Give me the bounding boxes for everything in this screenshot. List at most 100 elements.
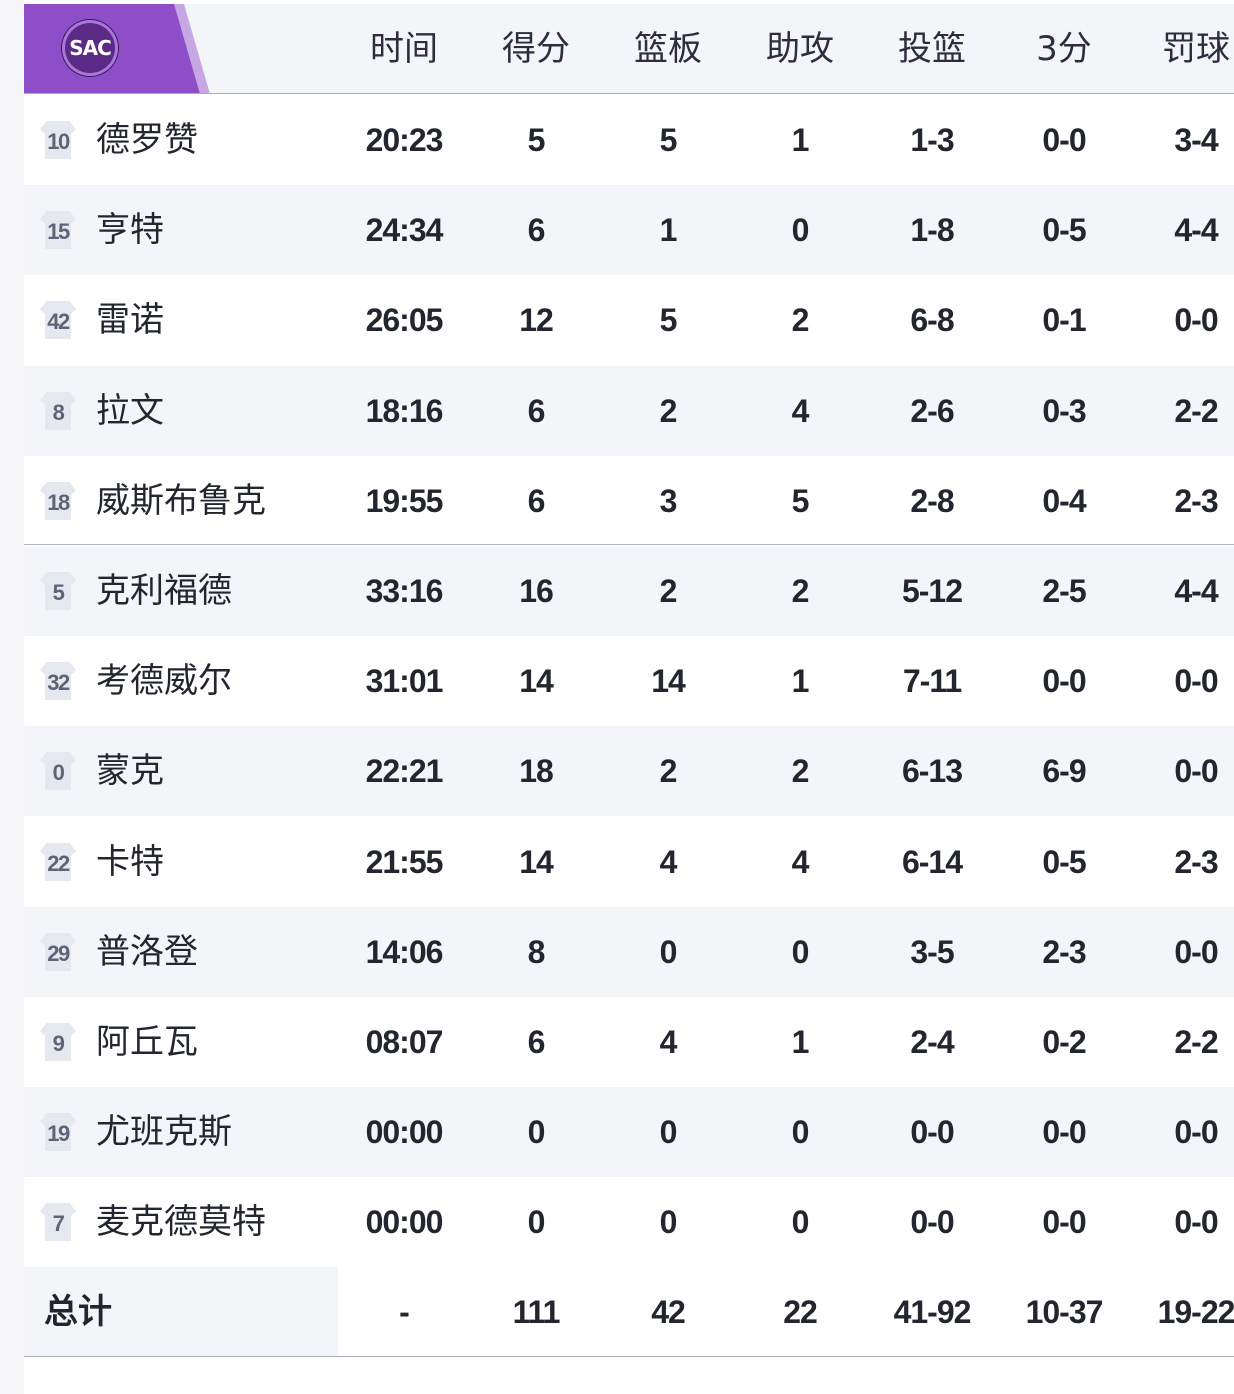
table-row[interactable]: 5 克利福德 33:16 16 2 2 5-12 2-5 4-4: [24, 546, 1234, 636]
stat-field-goals: 1-3: [910, 122, 954, 158]
player-name[interactable]: 拉文: [96, 366, 164, 456]
jersey-number: 18: [47, 489, 70, 515]
jersey-icon: 10: [40, 121, 76, 159]
total-field-goals: 41-92: [893, 1294, 972, 1330]
table-row[interactable]: 10 德罗赞 20:23 5 5 1 1-3 0-0 3-4: [24, 95, 1234, 185]
table-row[interactable]: 19 尤班克斯 00:00 0 0 0 0-0 0-0 0-0: [24, 1087, 1234, 1177]
stat-field-goals: 6-13: [901, 753, 963, 789]
jersey-icon: 5: [40, 572, 76, 610]
jersey-icon: 8: [40, 392, 76, 430]
column-header-rebounds: 篮板: [634, 29, 702, 69]
stat-free-throws: 4-4: [1174, 573, 1218, 609]
player-name[interactable]: 卡特: [96, 817, 164, 907]
stat-points: 8: [527, 934, 546, 970]
stat-free-throws: 2-3: [1174, 844, 1218, 880]
stat-assists: 0: [791, 1114, 810, 1150]
stat-field-goals: 6-14: [901, 844, 963, 880]
stat-assists: 4: [791, 393, 810, 429]
jersey-icon: 19: [40, 1113, 76, 1151]
stat-points: 6: [527, 212, 546, 248]
player-name[interactable]: 雷诺: [96, 275, 164, 365]
stat-rebounds: 14: [651, 663, 686, 699]
table-row[interactable]: 29 普洛登 14:06 8 0 0 3-5 2-3 0-0: [24, 907, 1234, 997]
stat-time: 18:16: [365, 393, 444, 429]
stat-time: 14:06: [365, 934, 444, 970]
column-header-field-goals: 投篮: [898, 29, 966, 69]
player-name[interactable]: 尤班克斯: [96, 1087, 232, 1177]
table-row[interactable]: 0 蒙克 22:21 18 2 2 6-13 6-9 0-0: [24, 726, 1234, 816]
stat-assists: 2: [791, 302, 810, 338]
stat-rebounds: 2: [659, 393, 678, 429]
stat-rebounds: 5: [659, 122, 678, 158]
jersey-icon: 29: [40, 933, 76, 971]
starters-bench-divider: [24, 544, 1234, 545]
column-header-time: 时间: [370, 29, 438, 69]
jersey-icon: 18: [40, 482, 76, 520]
stat-assists: 2: [791, 753, 810, 789]
totals-label-cell: 总计: [24, 1267, 338, 1357]
player-name[interactable]: 麦克德莫特: [96, 1177, 266, 1267]
jersey-icon: 42: [40, 301, 76, 339]
stat-assists: 1: [791, 122, 810, 158]
jersey-number: 8: [52, 399, 65, 425]
table-row[interactable]: 7 麦克德莫特 00:00 0 0 0 0-0 0-0 0-0: [24, 1177, 1234, 1267]
stat-three-pointers: 0-0: [1042, 1114, 1086, 1150]
stat-assists: 0: [791, 934, 810, 970]
column-headers: 时间 得分 篮板 助攻 投篮 3分 罚球: [338, 4, 1234, 94]
jersey-number: 0: [52, 759, 65, 785]
table-row[interactable]: 9 阿丘瓦 08:07 6 4 1 2-4 0-2 2-2: [24, 997, 1234, 1087]
total-three-pointers: 10-37: [1025, 1294, 1104, 1330]
stat-three-pointers: 2-3: [1042, 934, 1086, 970]
jersey-number: 19: [47, 1120, 70, 1146]
table-row[interactable]: 32 考德威尔 31:01 14 14 1 7-11 0-0 0-0: [24, 636, 1234, 726]
stat-free-throws: 3-4: [1174, 122, 1218, 158]
stat-three-pointers: 2-5: [1042, 573, 1086, 609]
stat-rebounds: 1: [659, 212, 678, 248]
stat-free-throws: 2-2: [1174, 1024, 1218, 1060]
stat-points: 0: [527, 1204, 546, 1240]
column-header-three-pointers: 3分: [1036, 29, 1092, 69]
team-logo-icon[interactable]: SAC: [62, 20, 118, 76]
stat-time: 20:23: [365, 122, 444, 158]
stat-field-goals: 1-8: [910, 212, 954, 248]
table-row[interactable]: 22 卡特 21:55 14 4 4 6-14 0-5 2-3: [24, 817, 1234, 907]
player-name[interactable]: 威斯布鲁克: [96, 456, 266, 546]
stat-free-throws: 0-0: [1174, 753, 1218, 789]
stat-field-goals: 0-0: [910, 1114, 954, 1150]
stat-assists: 0: [791, 212, 810, 248]
player-name[interactable]: 考德威尔: [96, 636, 232, 726]
table-header: SAC 时间 得分 篮板 助攻 投篮 3分 罚球: [24, 4, 1234, 94]
jersey-icon: 9: [40, 1023, 76, 1061]
table-row[interactable]: 15 亨特 24:34 6 1 0 1-8 0-5 4-4: [24, 185, 1234, 275]
stat-points: 5: [527, 122, 546, 158]
jersey-icon: 15: [40, 211, 76, 249]
stat-points: 18: [519, 753, 554, 789]
stat-three-pointers: 0-5: [1042, 212, 1086, 248]
stat-three-pointers: 0-0: [1042, 663, 1086, 699]
table-row[interactable]: 8 拉文 18:16 6 2 4 2-6 0-3 2-2: [24, 366, 1234, 456]
player-name[interactable]: 克利福德: [96, 546, 232, 636]
stat-assists: 5: [791, 483, 810, 519]
table-row[interactable]: 42 雷诺 26:05 12 5 2 6-8 0-1 0-0: [24, 275, 1234, 365]
player-name[interactable]: 普洛登: [96, 907, 198, 997]
jersey-number: 22: [47, 850, 70, 876]
table-row[interactable]: 18 威斯布鲁克 19:55 6 3 5 2-8 0-4 2-3: [24, 456, 1234, 546]
stat-three-pointers: 0-4: [1042, 483, 1086, 519]
stat-three-pointers: 0-1: [1042, 302, 1086, 338]
stat-rebounds: 0: [659, 1114, 678, 1150]
stat-free-throws: 0-0: [1174, 663, 1218, 699]
stat-time: 24:34: [365, 212, 444, 248]
stat-time: 26:05: [365, 302, 444, 338]
stat-three-pointers: 0-5: [1042, 844, 1086, 880]
stat-assists: 2: [791, 573, 810, 609]
player-name[interactable]: 德罗赞: [96, 95, 198, 185]
stat-field-goals: 5-12: [901, 573, 963, 609]
player-name[interactable]: 阿丘瓦: [96, 997, 198, 1087]
jersey-number: 15: [47, 218, 70, 244]
player-name[interactable]: 亨特: [96, 185, 164, 275]
stat-assists: 0: [791, 1204, 810, 1240]
stat-time: 00:00: [365, 1114, 444, 1150]
player-name[interactable]: 蒙克: [96, 726, 164, 816]
stat-three-pointers: 0-2: [1042, 1024, 1086, 1060]
column-header-free-throws: 罚球: [1162, 29, 1230, 69]
